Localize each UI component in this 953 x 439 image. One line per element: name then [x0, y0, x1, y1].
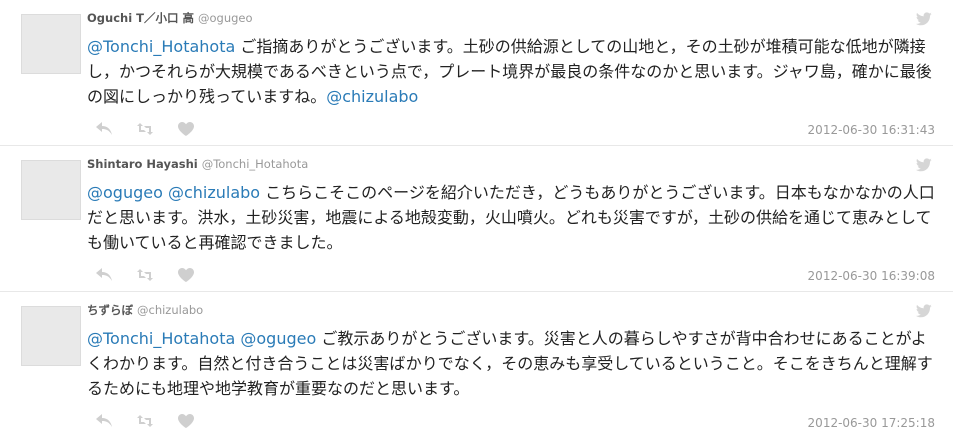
tweet-actions	[96, 264, 214, 282]
tweet-header: ちずらぼ @chizulabo	[87, 302, 203, 318]
mention-link[interactable]: @ogugeo	[87, 183, 163, 202]
twitter-bird-icon	[916, 158, 932, 172]
tweet-actions	[96, 410, 214, 428]
author-name[interactable]: Oguchi T／小口 高	[87, 11, 194, 25]
author-name[interactable]: Shintaro Hayashi	[87, 157, 198, 171]
twitter-bird-icon	[916, 12, 932, 26]
mention-link[interactable]: @Tonchi_Hotahota	[87, 329, 235, 348]
tweet-header: Shintaro Hayashi @Tonchi_Hotahota	[87, 156, 308, 172]
tweet-text: @Tonchi_Hotahota ご指摘ありがとうございます。土砂の供給源として…	[87, 34, 939, 109]
tweet-header: Oguchi T／小口 高 @ogugeo	[87, 10, 253, 26]
tweet-text: @Tonchi_Hotahota @ogugeo ご教示ありがとうございます。災…	[87, 326, 939, 401]
tweet-card: ちずらぼ @chizulabo @Tonchi_Hotahota @ogugeo …	[0, 292, 953, 438]
mention-link[interactable]: @chizulabo	[168, 183, 260, 202]
heart-icon[interactable]	[178, 413, 195, 428]
tweet-timestamp[interactable]: 2012-06-30 17:25:18	[808, 416, 935, 430]
avatar[interactable]	[21, 306, 81, 366]
reply-icon[interactable]	[96, 122, 112, 135]
heart-icon[interactable]	[178, 121, 195, 136]
retweet-icon[interactable]	[137, 268, 154, 281]
tweet-card: Shintaro Hayashi @Tonchi_Hotahota @ogugeo…	[0, 146, 953, 292]
tweet-actions	[96, 118, 214, 136]
author-handle[interactable]: @ogugeo	[198, 11, 253, 25]
author-handle[interactable]: @chizulabo	[137, 303, 203, 317]
heart-icon[interactable]	[178, 267, 195, 282]
mention-link[interactable]: @chizulabo	[326, 87, 418, 106]
tweet-timestamp[interactable]: 2012-06-30 16:39:08	[808, 269, 935, 283]
retweet-icon[interactable]	[137, 414, 154, 427]
avatar[interactable]	[21, 14, 81, 74]
reply-icon[interactable]	[96, 414, 112, 427]
tweet-card: Oguchi T／小口 高 @ogugeo @Tonchi_Hotahota ご指…	[0, 0, 953, 146]
retweet-icon[interactable]	[137, 122, 154, 135]
avatar[interactable]	[21, 160, 81, 220]
author-name[interactable]: ちずらぼ	[87, 303, 133, 317]
tweet-timeline: Oguchi T／小口 高 @ogugeo @Tonchi_Hotahota ご指…	[0, 0, 953, 438]
tweet-timestamp[interactable]: 2012-06-30 16:31:43	[808, 123, 935, 137]
mention-link[interactable]: @Tonchi_Hotahota	[87, 37, 235, 56]
twitter-bird-icon	[916, 304, 932, 318]
author-handle[interactable]: @Tonchi_Hotahota	[202, 157, 309, 171]
tweet-text: @ogugeo @chizulabo こちらこそこのページを紹介いただき，どうも…	[87, 180, 939, 255]
reply-icon[interactable]	[96, 268, 112, 281]
mention-link[interactable]: @ogugeo	[240, 329, 316, 348]
